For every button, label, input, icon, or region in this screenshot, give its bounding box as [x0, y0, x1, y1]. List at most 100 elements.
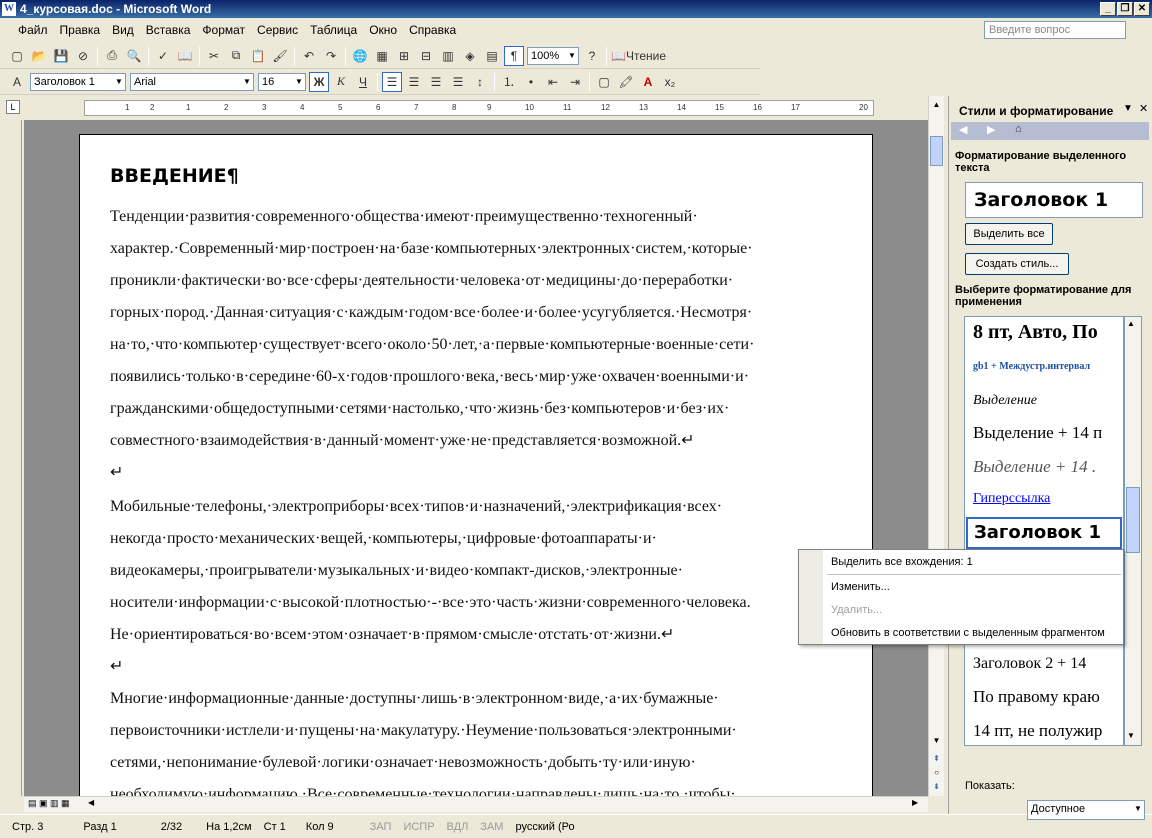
- select-all-button[interactable]: Выделить все: [965, 223, 1053, 245]
- vertical-ruler[interactable]: [4, 120, 22, 796]
- zoom-select[interactable]: 100% ▼: [527, 46, 579, 65]
- text-line[interactable]: Не·ориентироваться·во·всем·этом·означает…: [110, 619, 850, 651]
- text-line[interactable]: первоисточники·истлели·и·пущены·на·макул…: [110, 715, 850, 747]
- style-item[interactable]: 8 пт, Авто, По: [973, 321, 1098, 344]
- chevron-down-icon[interactable]: ▼: [566, 48, 578, 64]
- status-extend[interactable]: ВДЛ: [447, 821, 469, 833]
- horizontal-ruler[interactable]: 1 2 1 2 3 4 5 6 7 8 9 10 11 12 13 14 15 …: [84, 100, 874, 116]
- justify-icon[interactable]: ☰: [448, 72, 468, 92]
- menu-window[interactable]: Окно: [363, 23, 403, 37]
- selected-style-box[interactable]: Заголовок 1: [965, 182, 1143, 218]
- text-line[interactable]: некогда·просто·механических·вещей,·компь…: [110, 523, 850, 555]
- help-icon[interactable]: ?: [582, 46, 602, 66]
- scroll-left-icon[interactable]: ◀: [88, 798, 100, 811]
- back-icon[interactable]: ◀: [959, 123, 967, 136]
- menu-help[interactable]: Справка: [403, 23, 462, 37]
- document-page[interactable]: ВВЕДЕНИЕ¶ Тенденции·развития·современног…: [79, 134, 873, 796]
- numbering-icon[interactable]: ⒈: [499, 72, 519, 92]
- tables-borders-icon[interactable]: ▦: [372, 46, 392, 66]
- borders-icon[interactable]: ▢: [594, 72, 614, 92]
- chevron-down-icon[interactable]: ▼: [113, 74, 125, 90]
- text-line[interactable]: Мобильные·телефоны,·электроприборы·всех·…: [110, 491, 850, 523]
- redo-icon[interactable]: ↷: [321, 46, 341, 66]
- insert-excel-icon[interactable]: ⊟: [416, 46, 436, 66]
- style-item[interactable]: Выделение + 14 п: [973, 423, 1102, 443]
- menu-item-select-all-instances[interactable]: Выделить все вхождения: 1: [831, 556, 973, 568]
- italic-button[interactable]: К: [331, 72, 351, 92]
- status-record[interactable]: ЗАП: [370, 821, 392, 833]
- subscript-icon[interactable]: x₂: [660, 72, 680, 92]
- menu-edit[interactable]: Правка: [54, 23, 107, 37]
- pane-close-icon[interactable]: ✕: [1139, 102, 1148, 115]
- browse-object-icon[interactable]: ○: [930, 768, 943, 780]
- previous-page-icon[interactable]: ⇞: [930, 754, 943, 766]
- close-button[interactable]: ✕: [1134, 2, 1150, 16]
- style-select[interactable]: Заголовок 1 ▼: [30, 72, 126, 91]
- tab-selector[interactable]: L: [6, 100, 20, 114]
- cut-icon[interactable]: ✂: [204, 46, 224, 66]
- text-line[interactable]: горных·пород.·Данная·ситуация·с·каждым·г…: [110, 297, 850, 329]
- scroll-down-icon[interactable]: ▼: [930, 736, 943, 750]
- text-line[interactable]: проникли·фактически·во·все·сферы·деятель…: [110, 265, 850, 297]
- save-icon[interactable]: 💾: [51, 46, 71, 66]
- style-item[interactable]: 14 пт, не полужир: [973, 721, 1102, 741]
- print-icon[interactable]: ⎙: [102, 46, 122, 66]
- scroll-up-icon[interactable]: ▲: [930, 100, 943, 114]
- text-line[interactable]: носители·информации·с·высокой·плотностью…: [110, 587, 850, 619]
- style-item[interactable]: gb1 + Междустр.интервал: [973, 361, 1090, 372]
- text-line[interactable]: на·то,·что·компьютер·существует·всего·ок…: [110, 329, 850, 361]
- menu-item-update-to-match[interactable]: Обновить в соответствии с выделенным фра…: [831, 627, 1105, 639]
- text-line[interactable]: видеокамеры,·проигрыватели·музыкальных·и…: [110, 555, 850, 587]
- menu-item-modify[interactable]: Изменить...: [831, 581, 890, 593]
- text-line[interactable]: ↵: [110, 651, 850, 683]
- new-document-icon[interactable]: ▢: [7, 46, 27, 66]
- view-buttons[interactable]: ▤ ▣ ▥ ▦: [28, 798, 88, 811]
- document-map-icon[interactable]: ▤: [482, 46, 502, 66]
- document-heading[interactable]: ВВЕДЕНИЕ¶: [110, 165, 239, 187]
- line-spacing-icon[interactable]: ↕: [470, 72, 490, 92]
- ask-question-input[interactable]: Введите вопрос: [984, 21, 1126, 39]
- increase-indent-icon[interactable]: ⇥: [565, 72, 585, 92]
- text-line[interactable]: характер.·Современный·мир·построен·на·ба…: [110, 233, 850, 265]
- show-select[interactable]: Доступное ▼: [1027, 800, 1145, 820]
- columns-icon[interactable]: ▥: [438, 46, 458, 66]
- text-line[interactable]: необходимую·информацию.·Все·современные·…: [110, 779, 850, 796]
- permission-icon[interactable]: ⊘: [73, 46, 93, 66]
- open-folder-icon[interactable]: 📂: [29, 46, 49, 66]
- decrease-indent-icon[interactable]: ⇤: [543, 72, 563, 92]
- text-line[interactable]: ↵: [110, 457, 850, 489]
- underline-button[interactable]: Ч: [353, 72, 373, 92]
- drawing-icon[interactable]: ◈: [460, 46, 480, 66]
- horizontal-scrollbar[interactable]: ▤ ▣ ▥ ▦ ◀ ▶: [24, 796, 928, 812]
- font-size-select[interactable]: 16 ▼: [258, 72, 306, 91]
- insert-table-icon[interactable]: ⊞: [394, 46, 414, 66]
- scroll-right-icon[interactable]: ▶: [912, 798, 924, 811]
- text-line[interactable]: гражданскими·общедоступными·сетями·насто…: [110, 393, 850, 425]
- format-painter-icon[interactable]: 🖌: [270, 46, 290, 66]
- text-line[interactable]: Многие·информационные·данные·доступны·ли…: [110, 683, 850, 715]
- style-list-scrollbar[interactable]: ▲ ▼: [1124, 316, 1142, 746]
- undo-icon[interactable]: ↶: [299, 46, 319, 66]
- scroll-thumb[interactable]: [930, 136, 943, 166]
- menu-table[interactable]: Таблица: [304, 23, 363, 37]
- scroll-up-icon[interactable]: ▲: [1127, 319, 1135, 328]
- pane-menu-icon[interactable]: ▼: [1123, 103, 1133, 114]
- menu-format[interactable]: Формат: [196, 23, 251, 37]
- vertical-scrollbar[interactable]: ▲ ▼ ⇞ ○ ⇟: [928, 96, 944, 796]
- align-center-icon[interactable]: ☰: [404, 72, 424, 92]
- style-list[interactable]: 8 пт, Авто, По gb1 + Междустр.интервал В…: [964, 316, 1124, 746]
- copy-icon[interactable]: ⧉: [226, 46, 246, 66]
- font-color-icon[interactable]: A: [638, 72, 658, 92]
- text-line[interactable]: совместного·взаимодействия·в·данный·моме…: [110, 425, 850, 457]
- font-select[interactable]: Arial ▼: [130, 72, 254, 91]
- text-line[interactable]: сетями,·непонимание·булевой·логики·означ…: [110, 747, 850, 779]
- research-icon[interactable]: 📖: [175, 46, 195, 66]
- align-right-icon[interactable]: ☰: [426, 72, 446, 92]
- scroll-down-icon[interactable]: ▼: [1127, 731, 1135, 740]
- menu-view[interactable]: Вид: [106, 23, 140, 37]
- minimize-button[interactable]: _: [1100, 2, 1116, 16]
- chevron-down-icon[interactable]: ▼: [1132, 801, 1144, 817]
- style-item[interactable]: Выделение: [973, 393, 1037, 409]
- text-line[interactable]: Тенденции·развития·современного·общества…: [110, 201, 850, 233]
- style-item[interactable]: Выделение + 14 .: [973, 457, 1096, 477]
